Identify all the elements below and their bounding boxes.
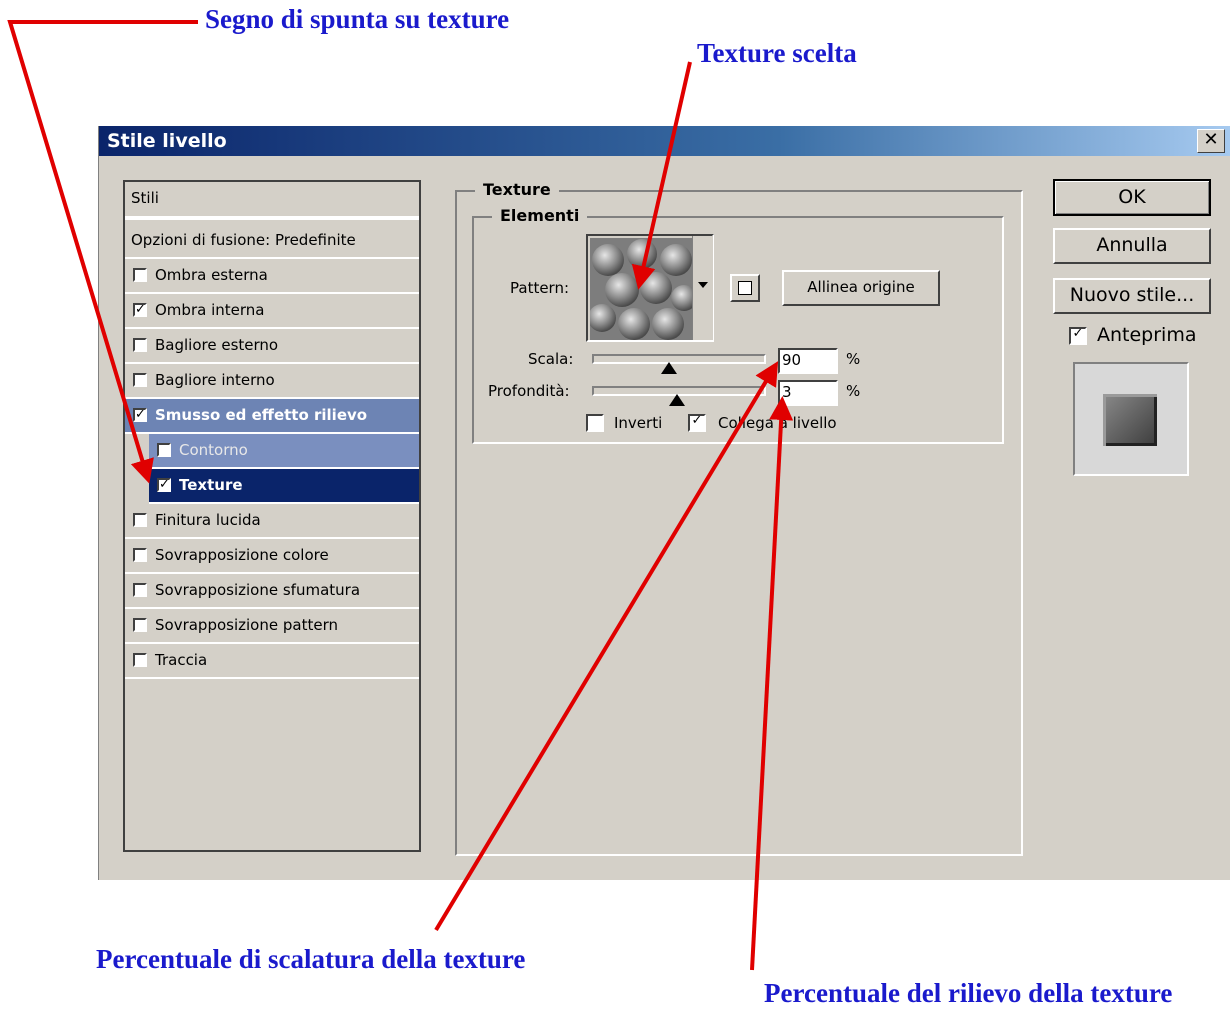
texture-group-title: Texture: [475, 180, 559, 199]
annotation-depth-percent: Percentuale del rilievo della texture: [764, 978, 1173, 1008]
style-item-finitura-lucida[interactable]: Finitura lucida: [125, 504, 419, 539]
style-preview-box: [1073, 362, 1189, 476]
scale-input[interactable]: 90: [778, 348, 838, 374]
preview-checkbox[interactable]: ✓: [1069, 327, 1087, 345]
style-item-sovrapposizione-sfumatura[interactable]: Sovrapposizione sfumatura: [125, 574, 419, 609]
blend-options-item[interactable]: Opzioni di fusione: Predefinite: [125, 224, 419, 259]
styles-header-label: Stili: [131, 189, 159, 207]
style-item-checkbox[interactable]: ✓: [133, 303, 147, 317]
pattern-label: Pattern:: [510, 279, 570, 297]
link-with-layer-checkbox[interactable]: ✓: [688, 414, 706, 432]
ok-button[interactable]: OK: [1053, 179, 1211, 216]
style-item-label: Traccia: [155, 651, 208, 669]
annotation-chosen-texture: Texture scelta: [697, 38, 857, 68]
style-item-bagliore-interno[interactable]: Bagliore interno: [125, 364, 419, 399]
invert-checkbox[interactable]: [586, 414, 604, 432]
pattern-picker[interactable]: [586, 234, 714, 342]
style-item-checkbox[interactable]: ✓: [133, 408, 147, 422]
annotation-scale-percent: Percentuale di scalatura della texture: [96, 944, 526, 974]
style-item-label: Ombra interna: [155, 301, 265, 319]
cancel-button[interactable]: Annulla: [1053, 228, 1211, 264]
layer-style-dialog: Stile livello ✕ Stili Opzioni di fusione…: [98, 126, 1230, 880]
style-item-label: Bagliore esterno: [155, 336, 279, 354]
close-button[interactable]: ✕: [1197, 129, 1225, 153]
style-item-smusso-ed-effetto-rilievo[interactable]: ✓ Smusso ed effetto rilievo: [125, 399, 419, 434]
style-item-contorno[interactable]: Contorno: [149, 434, 419, 469]
style-item-checkbox[interactable]: [133, 548, 147, 562]
styles-header[interactable]: Stili: [125, 182, 419, 220]
new-preset-button[interactable]: [730, 274, 760, 302]
style-item-checkbox[interactable]: [133, 653, 147, 667]
depth-label: Profondità:: [488, 382, 570, 400]
dialog-title: Stile livello: [107, 130, 227, 152]
style-item-label: Texture: [179, 476, 243, 494]
snap-to-origin-button[interactable]: Allinea origine: [782, 270, 940, 306]
style-item-checkbox[interactable]: ✓: [157, 478, 171, 492]
pattern-dropdown-button[interactable]: [692, 236, 713, 340]
style-item-checkbox[interactable]: [133, 268, 147, 282]
style-item-sovrapposizione-colore[interactable]: Sovrapposizione colore: [125, 539, 419, 574]
blend-options-label: Opzioni di fusione: Predefinite: [131, 231, 356, 249]
annotation-check-texture: Segno di spunta su texture: [205, 4, 510, 34]
style-item-ombra-esterna[interactable]: Ombra esterna: [125, 259, 419, 294]
style-item-checkbox[interactable]: [133, 583, 147, 597]
depth-percent-sign: %: [846, 382, 861, 400]
texture-group: Texture Elementi Pattern: Allinea origin…: [455, 180, 1023, 856]
style-item-label: Finitura lucida: [155, 511, 261, 529]
style-item-traccia[interactable]: Traccia: [125, 644, 419, 679]
style-item-label: Bagliore interno: [155, 371, 275, 389]
style-item-label: Smusso ed effetto rilievo: [155, 406, 368, 424]
chevron-down-icon: [698, 282, 708, 288]
elements-group: Elementi Pattern: Allinea origine Scala:…: [472, 206, 1004, 444]
style-item-sovrapposizione-pattern[interactable]: Sovrapposizione pattern: [125, 609, 419, 644]
scale-slider-thumb[interactable]: [660, 362, 677, 374]
link-with-layer-label: Collega a livello: [718, 414, 837, 432]
preview-label: Anteprima: [1097, 324, 1197, 346]
close-icon: ✕: [1203, 129, 1219, 150]
depth-input[interactable]: 3: [778, 380, 838, 406]
style-item-label: Contorno: [179, 441, 248, 459]
style-preview-swatch: [1103, 394, 1157, 446]
depth-slider-thumb[interactable]: [669, 394, 685, 406]
scale-label: Scala:: [528, 350, 574, 368]
pattern-swatch: [590, 238, 692, 340]
style-item-label: Sovrapposizione pattern: [155, 616, 338, 634]
style-item-ombra-interna[interactable]: ✓ Ombra interna: [125, 294, 419, 329]
new-style-button[interactable]: Nuovo stile...: [1053, 278, 1211, 314]
scale-slider-track[interactable]: [592, 354, 766, 364]
style-item-bagliore-esterno[interactable]: Bagliore esterno: [125, 329, 419, 364]
style-item-label: Sovrapposizione sfumatura: [155, 581, 361, 599]
style-item-checkbox[interactable]: [133, 618, 147, 632]
elements-group-title: Elementi: [492, 206, 588, 225]
styles-list: Stili Opzioni di fusione: Predefinite Om…: [123, 180, 421, 852]
style-item-label: Ombra esterna: [155, 266, 268, 284]
style-item-checkbox[interactable]: [133, 373, 147, 387]
style-item-checkbox[interactable]: [133, 338, 147, 352]
style-item-texture[interactable]: ✓ Texture: [149, 469, 419, 504]
new-preset-icon: [738, 281, 752, 295]
scale-percent-sign: %: [846, 350, 861, 368]
style-item-checkbox[interactable]: [133, 513, 147, 527]
style-item-checkbox[interactable]: [157, 443, 171, 457]
invert-label: Inverti: [614, 414, 663, 432]
title-bar: Stile livello ✕: [99, 126, 1230, 156]
style-item-label: Sovrapposizione colore: [155, 546, 329, 564]
